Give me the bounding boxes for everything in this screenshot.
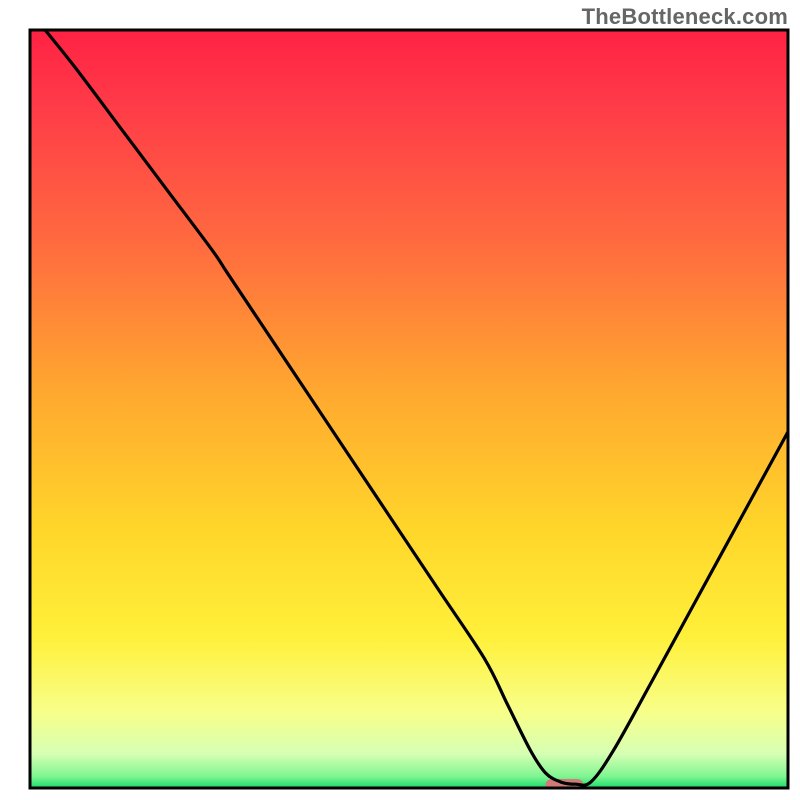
watermark-text: TheBottleneck.com (582, 4, 788, 30)
chart-stage: TheBottleneck.com (0, 0, 800, 800)
bottleneck-chart (0, 0, 800, 800)
chart-background (30, 30, 788, 788)
